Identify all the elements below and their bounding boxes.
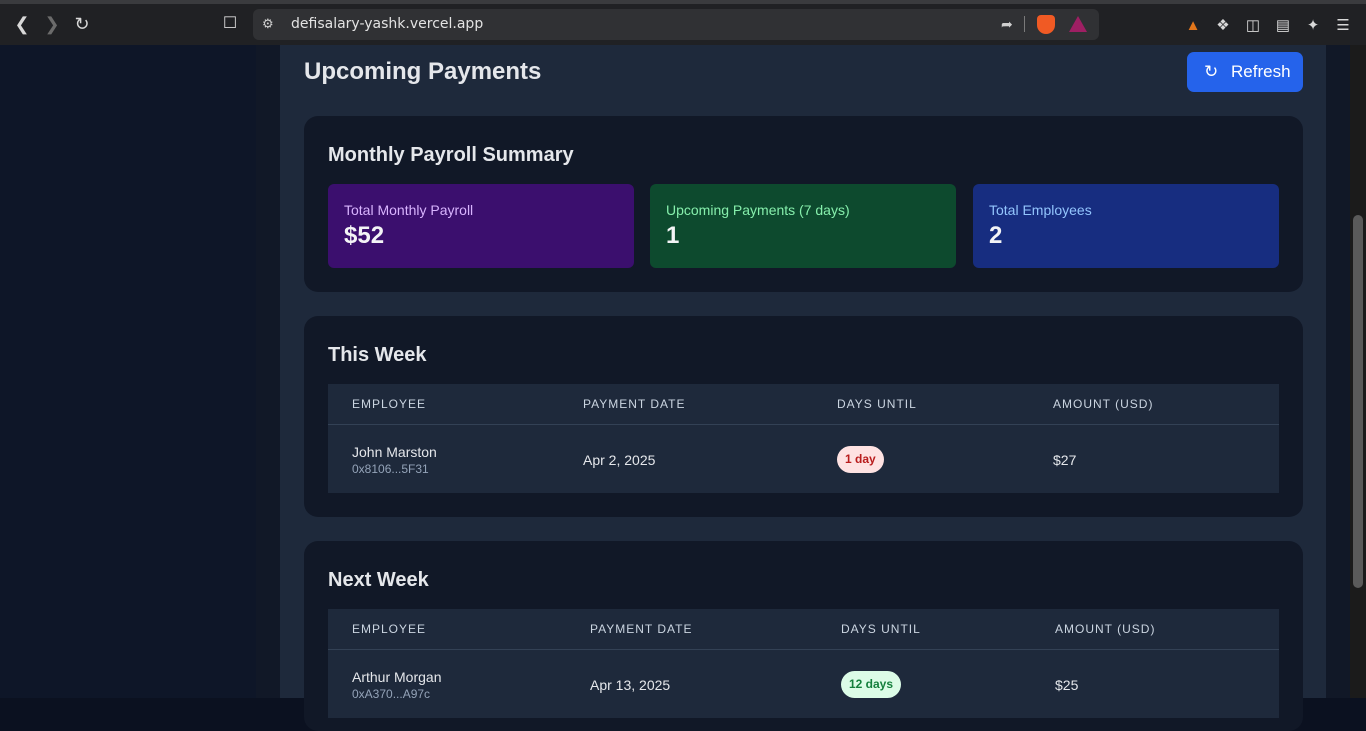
bookmark-icon[interactable]: ☐ <box>219 13 241 35</box>
app-sidebar <box>0 45 256 698</box>
employee-name: Arthur Morgan <box>352 669 442 685</box>
stat-label: Total Employees <box>989 202 1092 218</box>
this-week-title: This Week <box>328 344 427 366</box>
summary-title: Monthly Payroll Summary <box>328 144 574 166</box>
brave-shields-icon[interactable] <box>1037 15 1055 34</box>
header-amount: AMOUNT (USD) <box>1055 622 1156 636</box>
table-header: EMPLOYEE PAYMENT DATE DAYS UNTIL AMOUNT … <box>328 609 1279 650</box>
back-icon[interactable]: ❮ <box>11 13 33 35</box>
table-row[interactable]: Arthur Morgan 0xA370...A97c Apr 13, 2025… <box>328 650 1279 718</box>
url-text[interactable]: defisalary-yashk.vercel.app <box>291 16 483 32</box>
page-title: Upcoming Payments <box>304 58 542 85</box>
payroll-summary-card: Monthly Payroll Summary Total Monthly Pa… <box>304 116 1303 292</box>
header-amount: AMOUNT (USD) <box>1053 397 1154 411</box>
extensions-icon[interactable]: ❖ <box>1213 16 1233 36</box>
days-until-badge: 12 days <box>841 671 902 698</box>
stat-total-monthly-payroll: Total Monthly Payroll $52 <box>328 184 634 268</box>
header-days-until: DAYS UNTIL <box>841 622 921 636</box>
brave-rewards-icon[interactable] <box>1069 16 1087 32</box>
header-payment-date: PAYMENT DATE <box>583 397 686 411</box>
stat-value: 1 <box>666 222 680 249</box>
next-week-title: Next Week <box>328 569 429 591</box>
refresh-label: Refresh <box>1231 62 1291 81</box>
stat-label: Total Monthly Payroll <box>344 202 474 218</box>
payment-date: Apr 2, 2025 <box>583 452 656 468</box>
menu-icon[interactable]: ☰ <box>1333 16 1353 36</box>
wallet-icon[interactable]: ▤ <box>1273 16 1293 36</box>
site-settings-icon[interactable]: ⚙ <box>262 16 278 32</box>
next-week-card: Next Week EMPLOYEE PAYMENT DATE DAYS UNT… <box>304 541 1303 731</box>
header-employee: EMPLOYEE <box>352 622 427 636</box>
forward-icon[interactable]: ❯ <box>41 13 63 35</box>
stat-total-employees: Total Employees 2 <box>973 184 1279 268</box>
employee-address: 0x8106...5F31 <box>352 462 429 476</box>
scrollbar-thumb[interactable] <box>1353 215 1363 588</box>
table-row[interactable]: John Marston 0x8106...5F31 Apr 2, 2025 1… <box>328 425 1279 493</box>
days-until-badge: 1 day <box>837 446 884 473</box>
refresh-icon: ↻ <box>1204 62 1219 81</box>
header-payment-date: PAYMENT DATE <box>590 622 693 636</box>
stat-upcoming-payments: Upcoming Payments (7 days) 1 <box>650 184 956 268</box>
this-week-card: This Week EMPLOYEE PAYMENT DATE DAYS UNT… <box>304 316 1303 517</box>
stat-value: 2 <box>989 222 1003 249</box>
header-days-until: DAYS UNTIL <box>837 397 917 411</box>
table-header: EMPLOYEE PAYMENT DATE DAYS UNTIL AMOUNT … <box>328 384 1279 425</box>
browser-toolbar: ❮ ❯ ↻ ☐ ⚙ defisalary-yashk.vercel.app ➦ … <box>0 0 1366 45</box>
leo-ai-icon[interactable]: ✦ <box>1303 16 1323 36</box>
employee-name: John Marston <box>352 444 437 460</box>
sidebar-toggle-icon[interactable]: ◫ <box>1243 16 1263 36</box>
header-employee: EMPLOYEE <box>352 397 427 411</box>
payment-amount: $27 <box>1053 452 1077 468</box>
metamask-icon[interactable]: ▲ <box>1183 16 1203 36</box>
payment-amount: $25 <box>1055 677 1079 693</box>
address-bar[interactable]: ⚙ defisalary-yashk.vercel.app ➦ <box>253 9 1099 40</box>
stat-label: Upcoming Payments (7 days) <box>666 202 850 218</box>
refresh-button[interactable]: ↻ Refresh <box>1187 52 1303 92</box>
share-icon[interactable]: ➦ <box>1001 16 1013 33</box>
stat-value: $52 <box>344 222 385 249</box>
reload-icon[interactable]: ↻ <box>71 13 93 35</box>
employee-address: 0xA370...A97c <box>352 687 431 701</box>
payment-date: Apr 13, 2025 <box>590 677 671 693</box>
url-divider <box>1024 16 1025 32</box>
